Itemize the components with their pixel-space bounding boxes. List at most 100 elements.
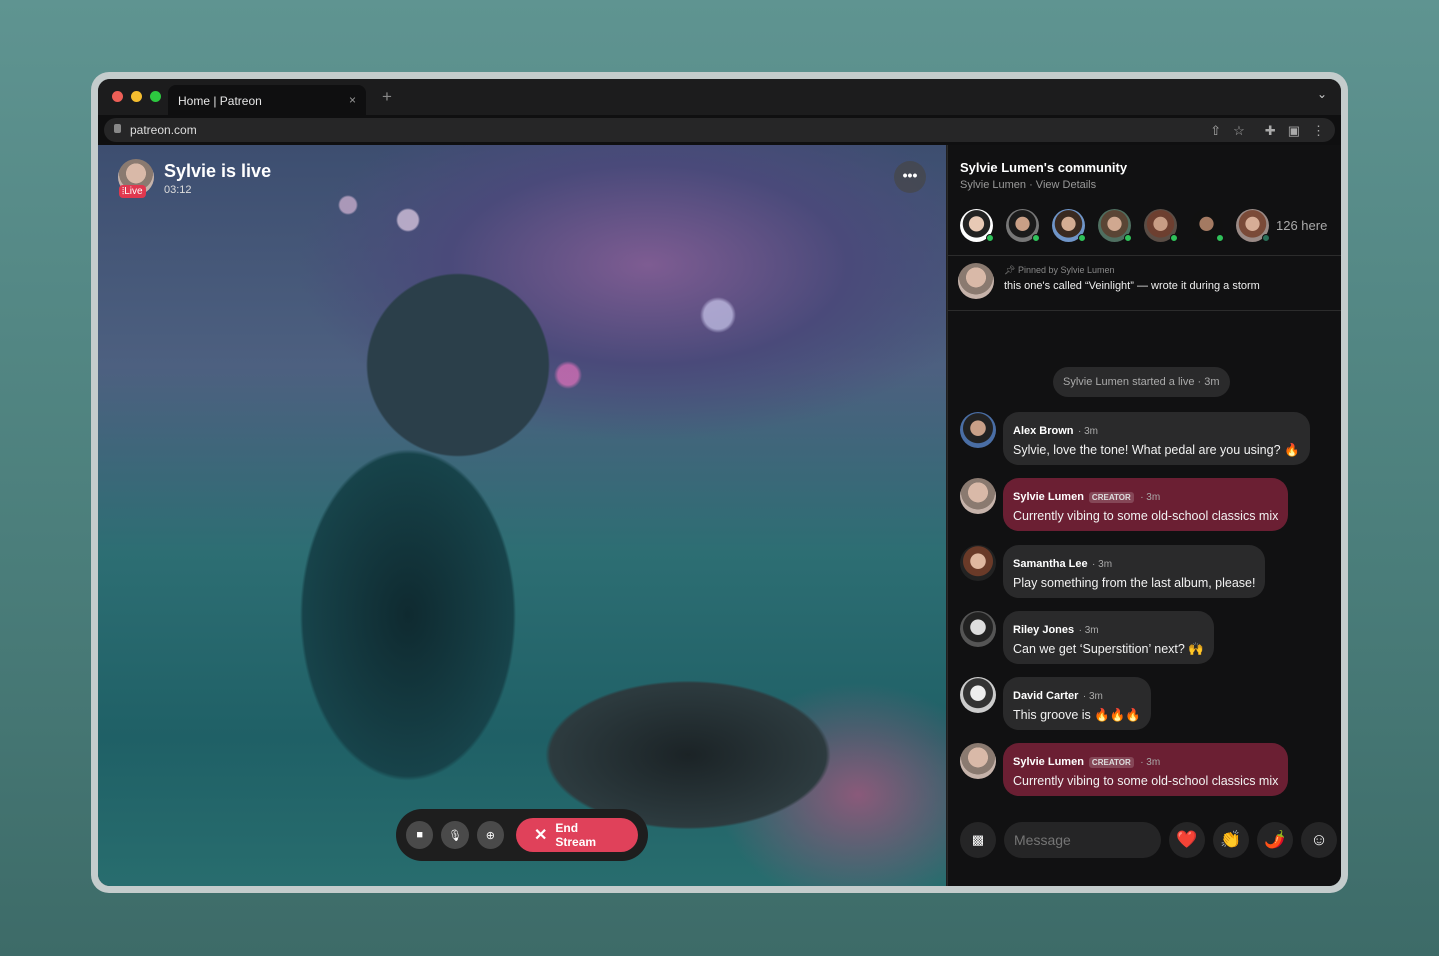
member-avatar[interactable] — [960, 209, 993, 242]
online-indicator — [986, 234, 994, 242]
member-avatar[interactable] — [1052, 209, 1085, 242]
live-video[interactable]: ⦙Live Sylvie is live 03:12 ••• ■ 🎙 ⊕ ✕ En… — [98, 145, 946, 886]
user-avatar[interactable] — [960, 478, 996, 514]
minimize-window-button[interactable] — [131, 91, 142, 102]
members-row[interactable]: 126 here — [960, 209, 1327, 242]
maximize-window-button[interactable] — [150, 91, 161, 102]
message-time: · 3m — [1078, 426, 1098, 437]
live-badge: ⦙Live — [119, 185, 146, 198]
author-name[interactable]: Sylvie Lumen — [1013, 756, 1084, 768]
address-bar: patreon.com ⇧ ☆ ✚ ▣ ⋮ — [98, 115, 1341, 145]
online-indicator — [1078, 234, 1086, 242]
camera-button[interactable]: ■ — [406, 821, 433, 849]
stream-title: Sylvie is live — [164, 161, 271, 182]
message-input[interactable] — [1004, 822, 1161, 858]
online-indicator — [1170, 234, 1178, 242]
stream-controls: ■ 🎙 ⊕ ✕ End Stream — [396, 809, 648, 861]
author-name[interactable]: Alex Brown — [1013, 425, 1074, 437]
message-bubble: Sylvie LumenCREATOR · 3mCurrently vibing… — [1003, 478, 1288, 531]
online-indicator — [1124, 234, 1132, 242]
browser-window: Home | Patreon × + ⌄ patreon.com ⇧ ☆ ✚ ▣ ⋮ ⦙L… — [98, 79, 1341, 886]
attach-image-button[interactable]: ▩ — [960, 822, 996, 858]
user-avatar[interactable] — [960, 412, 996, 448]
add-button[interactable]: ⊕ — [477, 821, 504, 849]
close-tab-icon[interactable]: × — [349, 93, 356, 107]
message-time: · 3m — [1140, 757, 1160, 768]
pin-icon: 📌︎ — [1004, 265, 1018, 275]
pinned-message[interactable]: 📌︎ Pinned by Sylvie Lumen this one's cal… — [958, 263, 994, 299]
plus-circle-icon: ⊕ — [486, 829, 495, 842]
author-name[interactable]: David Carter — [1013, 690, 1078, 702]
message-text: This groove is 🔥🔥🔥 — [1013, 708, 1141, 723]
user-avatar[interactable] — [960, 743, 996, 779]
user-avatar[interactable] — [960, 677, 996, 713]
author-name[interactable]: Sylvie Lumen — [1013, 491, 1084, 503]
member-avatar[interactable] — [1098, 209, 1131, 242]
message-bubble: Riley Jones · 3m Can we get ‘Superstition… — [1003, 611, 1214, 664]
message-text: Play something from the last album, plea… — [1013, 576, 1255, 590]
message-composer: ▩ ❤️ 👏 🌶️ ☺︎ — [960, 822, 1337, 858]
end-stream-label: End Stream — [555, 821, 620, 849]
bookmark-star-icon[interactable]: ☆ — [1233, 123, 1245, 139]
more-options-button[interactable]: ••• — [894, 161, 926, 193]
here-count: 126 here — [1276, 218, 1327, 233]
stream-elapsed-time: 03:12 — [164, 184, 192, 196]
microphone-icon: 🎙 — [448, 829, 462, 842]
pinned-by-text: Pinned by Sylvie Lumen — [1018, 265, 1115, 275]
image-icon: ▩ — [972, 832, 984, 848]
author-name[interactable]: Samantha Lee — [1013, 558, 1088, 570]
message-bubble: David Carter · 3m This groove is 🔥🔥🔥 — [1003, 677, 1151, 730]
emoji-add-icon: ☺︎ — [1310, 830, 1327, 850]
url-field[interactable]: patreon.com ⇧ ☆ ✚ ▣ ⋮ — [104, 118, 1335, 142]
tab-bar: Home | Patreon × + ⌄ — [98, 79, 1341, 115]
member-avatar[interactable] — [1144, 209, 1177, 242]
community-title: Sylvie Lumen's community — [960, 160, 1127, 175]
message-time: · 3m — [1083, 691, 1103, 702]
online-indicator — [1216, 234, 1224, 242]
sidebar-icon[interactable]: ▣ — [1288, 123, 1300, 139]
system-message: Sylvie Lumen started a live · 3m — [1053, 367, 1230, 397]
creator-badge: CREATOR — [1089, 757, 1134, 768]
browser-frame: Home | Patreon × + ⌄ patreon.com ⇧ ☆ ✚ ▣ ⋮ ⦙L… — [91, 72, 1348, 893]
url-text: patreon.com — [130, 123, 197, 137]
reaction-heart-button[interactable]: ❤️ — [1169, 822, 1205, 858]
creator-badge: CREATOR — [1089, 492, 1134, 503]
chat-panel: Sylvie Lumen's community Sylvie Lumen · … — [947, 145, 1341, 886]
camera-icon: ■ — [416, 829, 423, 841]
tab-list-chevron-icon[interactable]: ⌄ — [1317, 87, 1327, 101]
microphone-button[interactable]: 🎙 — [441, 821, 468, 849]
member-avatar[interactable] — [1006, 209, 1039, 242]
message-bubble: Samantha Lee · 3mPlay something from the… — [1003, 545, 1265, 598]
close-window-button[interactable] — [112, 91, 123, 102]
stream-header: ⦙Live Sylvie is live 03:12 — [118, 159, 154, 195]
member-avatar[interactable] — [1236, 209, 1269, 242]
divider — [948, 255, 1341, 256]
pinned-author-avatar — [958, 263, 994, 299]
new-tab-button[interactable]: + — [382, 87, 392, 107]
author-name[interactable]: Riley Jones — [1013, 624, 1074, 636]
pinned-by-label: 📌︎ Pinned by Sylvie Lumen — [1004, 265, 1115, 276]
lock-icon — [114, 124, 121, 133]
divider — [948, 310, 1341, 311]
message-text: Can we get ‘Superstition’ next? 🙌 — [1013, 642, 1204, 657]
message-time: · 3m — [1079, 625, 1099, 636]
tab-home[interactable]: Home | Patreon × — [168, 85, 366, 115]
pinned-text: this one's called “Veinlight” — wrote it… — [1004, 280, 1260, 292]
message-text: Currently vibing to some old-school clas… — [1013, 774, 1278, 788]
community-subtitle-link[interactable]: Sylvie Lumen · View Details — [960, 179, 1096, 191]
kebab-menu-icon[interactable]: ⋮ — [1312, 123, 1325, 139]
close-icon: ✕ — [534, 825, 547, 845]
tab-title: Home | Patreon — [178, 94, 262, 108]
extensions-icon[interactable]: ✚ — [1265, 123, 1276, 139]
add-reaction-button[interactable]: ☺︎ — [1301, 822, 1337, 858]
online-indicator — [1032, 234, 1040, 242]
user-avatar[interactable] — [960, 545, 996, 581]
reaction-pepper-button[interactable]: 🌶️ — [1257, 822, 1293, 858]
reaction-clap-button[interactable]: 👏 — [1213, 822, 1249, 858]
member-avatar[interactable] — [1190, 209, 1223, 242]
message-time: · 3m — [1140, 492, 1160, 503]
user-avatar[interactable] — [960, 611, 996, 647]
message-bubble: Alex Brown · 3mSylvie, love the tone! Wh… — [1003, 412, 1310, 465]
share-icon[interactable]: ⇧ — [1210, 123, 1221, 139]
end-stream-button[interactable]: ✕ End Stream — [516, 818, 638, 852]
